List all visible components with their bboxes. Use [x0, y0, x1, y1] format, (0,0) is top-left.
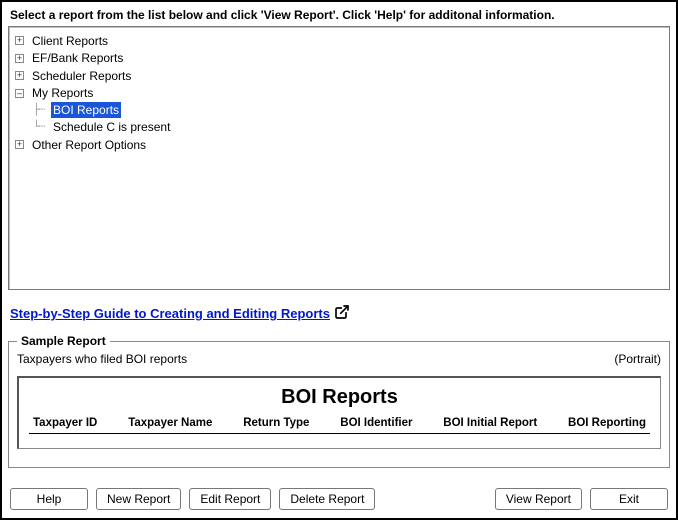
sample-table-headers: Taxpayer ID Taxpayer Name Return Type BO…: [29, 417, 650, 434]
external-link-icon: [334, 304, 350, 323]
delete-report-button[interactable]: Delete Report: [279, 488, 375, 510]
tree-node-client-reports[interactable]: + Client Reports: [15, 33, 110, 49]
tree-node-schedule-c[interactable]: └┈ Schedule C is present: [33, 119, 172, 135]
expand-icon[interactable]: +: [15, 140, 24, 149]
column-header: Return Type: [243, 417, 309, 429]
sample-table-title: BOI Reports: [29, 386, 650, 409]
exit-button[interactable]: Exit: [590, 488, 668, 510]
sample-report-legend: Sample Report: [17, 334, 110, 348]
collapse-icon[interactable]: –: [15, 89, 24, 98]
tree-node-other-options[interactable]: + Other Report Options: [15, 137, 148, 153]
tree-node-boi-reports[interactable]: ├┈ BOI Reports: [33, 102, 121, 118]
expand-icon[interactable]: +: [15, 36, 24, 45]
edit-report-button[interactable]: Edit Report: [189, 488, 271, 510]
sample-report-panel: Sample Report Taxpayers who filed BOI re…: [8, 341, 670, 468]
tree-label-selected: BOI Reports: [51, 102, 121, 118]
new-report-button[interactable]: New Report: [96, 488, 181, 510]
column-header: Taxpayer ID: [33, 417, 97, 429]
help-button[interactable]: Help: [10, 488, 88, 510]
tree-label: EF/Bank Reports: [30, 50, 125, 66]
button-bar: Help New Report Edit Report Delete Repor…: [10, 488, 668, 510]
column-header: Taxpayer Name: [128, 417, 212, 429]
tree-label: Schedule C is present: [51, 119, 172, 135]
guide-link[interactable]: Step-by-Step Guide to Creating and Editi…: [10, 306, 330, 321]
column-header: BOI Identifier: [340, 417, 412, 429]
report-tree[interactable]: + Client Reports + EF/Bank Reports + Sch…: [8, 26, 670, 290]
sample-table-frame: BOI Reports Taxpayer ID Taxpayer Name Re…: [17, 376, 661, 449]
tree-node-scheduler-reports[interactable]: + Scheduler Reports: [15, 68, 133, 84]
instructions-text: Select a report from the list below and …: [10, 8, 670, 22]
tree-label: Other Report Options: [30, 137, 148, 153]
expand-icon[interactable]: +: [15, 54, 24, 63]
tree-label: Scheduler Reports: [30, 68, 133, 84]
column-header: BOI Initial Report: [443, 417, 537, 429]
sample-orientation: (Portrait): [614, 352, 661, 366]
column-header: BOI Reporting: [568, 417, 646, 429]
expand-icon[interactable]: +: [15, 71, 24, 80]
tree-label: My Reports: [30, 85, 95, 101]
tree-node-ef-bank-reports[interactable]: + EF/Bank Reports: [15, 50, 125, 66]
view-report-button[interactable]: View Report: [495, 488, 582, 510]
tree-branch-icon: ├┈: [33, 102, 49, 118]
tree-branch-icon: └┈: [33, 119, 49, 135]
tree-label: Client Reports: [30, 33, 110, 49]
tree-node-my-reports[interactable]: – My Reports: [15, 85, 95, 101]
sample-description: Taxpayers who filed BOI reports: [17, 352, 187, 366]
